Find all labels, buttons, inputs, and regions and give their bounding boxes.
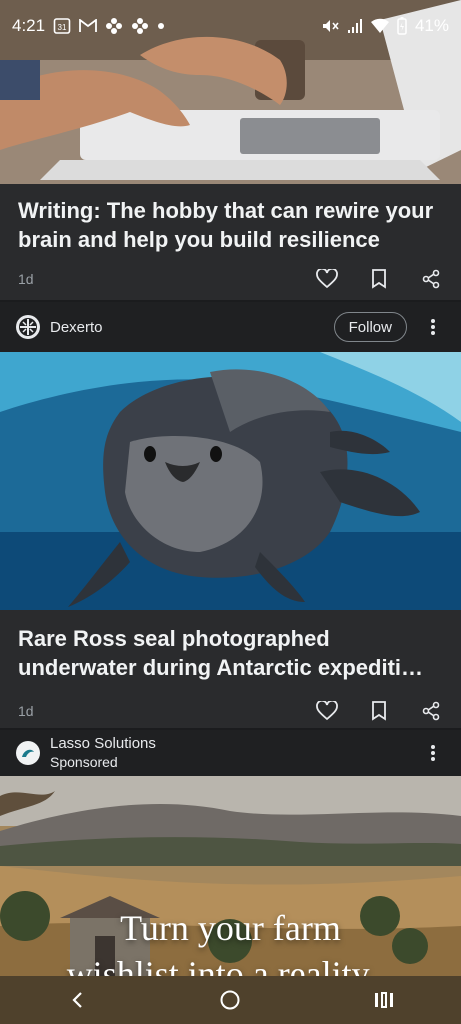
article-meta: 1d — [0, 696, 461, 726]
calendar-day: 31 — [58, 23, 67, 32]
ad-source-block: Lasso Solutions Sponsored — [50, 735, 156, 771]
share-icon[interactable] — [419, 267, 443, 291]
battery-icon — [397, 17, 407, 35]
navigation-bar — [0, 976, 461, 1024]
signal-icon — [347, 18, 363, 34]
source-row-ad: Lasso Solutions Sponsored — [0, 730, 461, 776]
more-vert-icon[interactable] — [421, 741, 445, 765]
follow-button[interactable]: Follow — [333, 312, 407, 342]
source-row-dexerto: Dexerto Follow — [0, 302, 461, 352]
back-icon[interactable] — [57, 980, 97, 1020]
bookmark-icon[interactable] — [367, 699, 391, 723]
article-headline[interactable]: Rare Ross seal photographed underwater d… — [0, 624, 461, 682]
article-age: 1d — [18, 703, 34, 719]
ad-headline-line2: wishlist into a reality... — [66, 954, 395, 976]
lasso-logo-icon — [16, 741, 40, 765]
home-icon[interactable] — [210, 980, 250, 1020]
recents-icon[interactable] — [364, 980, 404, 1020]
pinwheel-icon — [105, 17, 123, 35]
status-bar: 4:21 31 41% — [0, 0, 461, 52]
article-age: 1d — [18, 271, 34, 287]
dexerto-logo-icon — [16, 315, 40, 339]
mute-icon — [321, 17, 339, 35]
heart-icon[interactable] — [315, 699, 339, 723]
share-icon[interactable] — [419, 699, 443, 723]
source-name[interactable]: Dexerto — [50, 319, 103, 336]
heart-icon[interactable] — [315, 267, 339, 291]
ad-headline-line1: Turn your farm — [120, 908, 341, 948]
more-vert-icon[interactable] — [421, 315, 445, 339]
advertiser-name[interactable]: Lasso Solutions — [50, 735, 156, 753]
article-card-seal[interactable]: Rare Ross seal photographed underwater d… — [0, 610, 461, 728]
bookmark-icon[interactable] — [367, 267, 391, 291]
article-image-seal[interactable] — [0, 352, 461, 610]
article-headline[interactable]: Writing: The hobby that can rewire your … — [0, 196, 461, 254]
pinwheel-icon — [131, 17, 149, 35]
gmail-icon — [79, 19, 97, 33]
calendar-icon: 31 — [53, 17, 71, 35]
article-card-writing[interactable]: Writing: The hobby that can rewire your … — [0, 184, 461, 300]
sponsored-label: Sponsored — [50, 754, 118, 770]
article-meta: 1d — [0, 264, 461, 294]
wifi-icon — [370, 18, 389, 34]
dot-icon — [157, 22, 165, 30]
battery-percent: 41% — [414, 16, 449, 35]
clock: 4:21 — [12, 16, 46, 35]
